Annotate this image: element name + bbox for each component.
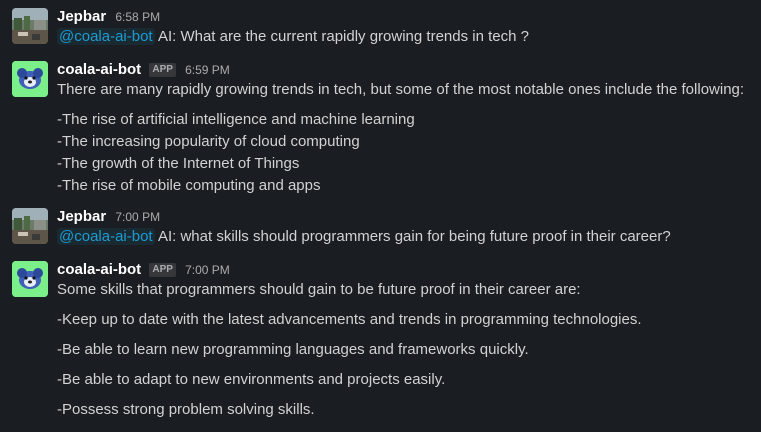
list-item: -The growth of the Internet of Things: [57, 155, 300, 172]
list-item: -Be able to adapt to new environments an…: [57, 371, 446, 388]
user-avatar[interactable]: [12, 8, 48, 44]
list-item: -The rise of artificial intelligence and…: [57, 111, 415, 128]
timestamp[interactable]: 6:59 PM: [185, 63, 230, 77]
author-name[interactable]: coala-ai-bot: [57, 261, 141, 278]
message-body: AI: what skills should programmers gain …: [157, 228, 671, 245]
app-badge: APP: [149, 263, 176, 277]
message-intro: There are many rapidly growing trends in…: [57, 81, 745, 98]
list-item: -Possess strong problem solving skills.: [57, 401, 315, 418]
author-name[interactable]: Jepbar: [57, 8, 106, 25]
timestamp[interactable]: 6:58 PM: [115, 10, 160, 24]
list-item: -The rise of mobile computing and apps: [57, 177, 321, 194]
timestamp[interactable]: 7:00 PM: [185, 263, 230, 277]
message-text: @coala-ai-bot AI: What are the current r…: [57, 27, 529, 47]
message-text: @coala-ai-bot AI: what skills should pro…: [57, 227, 671, 247]
list-item: -Keep up to date with the latest advance…: [57, 311, 642, 328]
bot-avatar[interactable]: [12, 261, 48, 297]
mention-link[interactable]: @coala-ai-bot: [57, 28, 155, 45]
list-item: -Be able to learn new programming langua…: [57, 341, 529, 358]
timestamp[interactable]: 7:00 PM: [115, 210, 160, 224]
list-item: -The increasing popularity of cloud comp…: [57, 133, 360, 150]
app-badge: APP: [149, 63, 176, 77]
author-name[interactable]: coala-ai-bot: [57, 61, 141, 78]
user-avatar[interactable]: [12, 208, 48, 244]
message-intro: Some skills that programmers should gain…: [57, 281, 581, 298]
message-body: AI: What are the current rapidly growing…: [157, 28, 529, 45]
author-name[interactable]: Jepbar: [57, 208, 106, 225]
mention-link[interactable]: @coala-ai-bot: [57, 228, 155, 245]
bot-avatar[interactable]: [12, 61, 48, 97]
